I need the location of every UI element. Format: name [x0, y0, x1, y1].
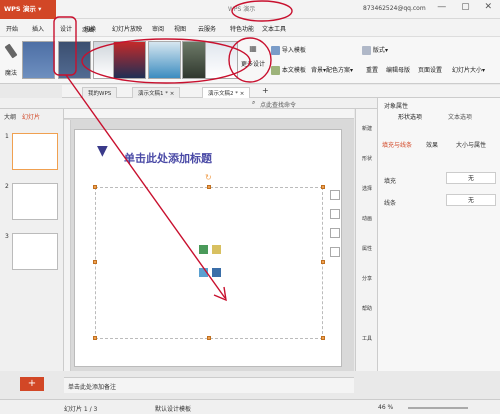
annotation-ellipse-tools: [231, 0, 293, 22]
annotation-ellipse-thumbs: [81, 38, 251, 84]
annotation-box-design: [53, 16, 77, 76]
annotation-overlay: [53, 0, 293, 302]
annotation-arrow: [65, 74, 226, 299]
